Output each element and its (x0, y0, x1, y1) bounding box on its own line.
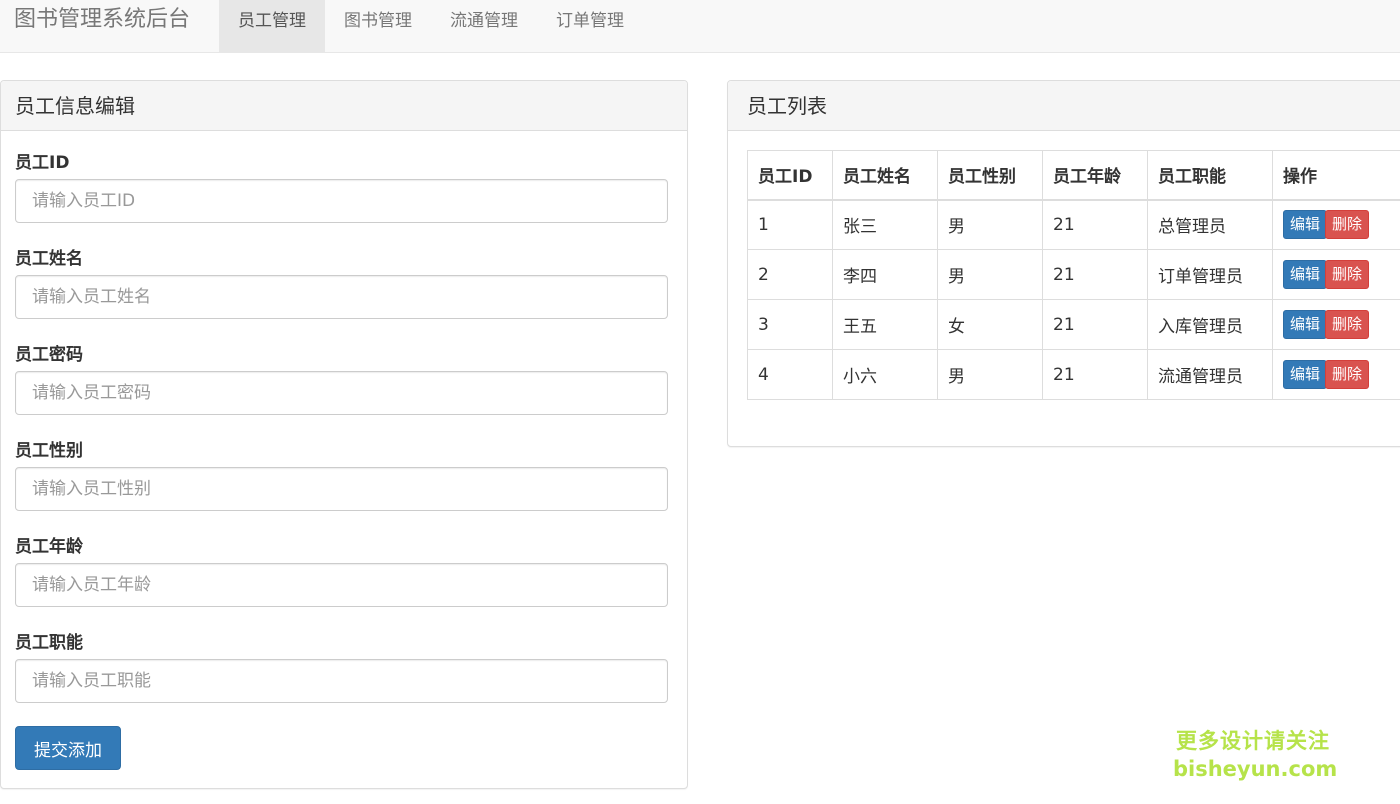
cell-actions: 编辑 删除 (1272, 199, 1400, 250)
cell-role: 总管理员 (1147, 199, 1273, 250)
form-group-gender: 员工性别 (15, 439, 668, 511)
delete-button[interactable]: 删除 (1325, 360, 1370, 389)
staff-name-input[interactable] (15, 275, 668, 319)
nav-item-books[interactable]: 图书管理 (325, 0, 431, 52)
cell-gender: 男 (937, 249, 1043, 300)
column-header-role: 员工职能 (1147, 150, 1273, 201)
staff-id-input[interactable] (15, 179, 668, 223)
column-header-actions: 操作 (1272, 150, 1400, 201)
edit-button[interactable]: 编辑 (1283, 360, 1328, 389)
nav-item-staff[interactable]: 员工管理 (219, 0, 325, 52)
staff-password-input[interactable] (15, 371, 668, 415)
column-header-gender: 员工性别 (937, 150, 1043, 201)
edit-button[interactable]: 编辑 (1283, 260, 1328, 289)
cell-gender: 女 (937, 299, 1043, 350)
table-header-row: 员工ID 员工姓名 员工性别 员工年龄 员工职能 操作 (747, 150, 1400, 201)
cell-actions: 编辑 删除 (1272, 349, 1400, 400)
cell-name: 小六 (832, 349, 938, 400)
cell-id: 1 (747, 199, 833, 250)
nav-item-orders[interactable]: 订单管理 (537, 0, 643, 52)
staff-gender-input[interactable] (15, 467, 668, 511)
cell-id: 3 (747, 299, 833, 350)
table-row: 4 小六 男 21 流通管理员 编辑 删除 (747, 349, 1400, 400)
cell-name: 王五 (832, 299, 938, 350)
delete-button[interactable]: 删除 (1325, 210, 1370, 240)
cell-age: 21 (1042, 349, 1148, 400)
table-row: 2 李四 男 21 订单管理员 编辑 删除 (747, 249, 1400, 300)
nav-item-circulation[interactable]: 流通管理 (431, 0, 537, 52)
table-row: 3 王五 女 21 入库管理员 编辑 删除 (747, 299, 1400, 350)
column-header-id: 员工ID (747, 150, 833, 201)
staff-table-wrapper: 员工ID 员工姓名 员工性别 员工年龄 员工职能 操作 1 张三 男 21 总管… (747, 150, 1400, 400)
navbar: 图书管理系统后台 员工管理 图书管理 流通管理 订单管理 (0, 0, 1400, 53)
column-header-age: 员工年龄 (1042, 150, 1148, 201)
cell-actions: 编辑 删除 (1272, 249, 1400, 300)
column-header-name: 员工姓名 (832, 150, 938, 201)
cell-name: 张三 (832, 199, 938, 250)
staff-id-label: 员工ID (15, 153, 70, 173)
staff-table: 员工ID 员工姓名 员工性别 员工年龄 员工职能 操作 1 张三 男 21 总管… (747, 150, 1400, 400)
table-row: 1 张三 男 21 总管理员 编辑 删除 (747, 199, 1400, 250)
watermark-line1: 更多设计请关注 (1176, 729, 1330, 753)
submit-add-button[interactable]: 提交添加 (15, 726, 121, 770)
form-group-password: 员工密码 (15, 343, 668, 415)
staff-age-input[interactable] (15, 563, 668, 607)
cell-id: 4 (747, 349, 833, 400)
staff-role-label: 员工职能 (15, 633, 83, 653)
staff-name-label: 员工姓名 (15, 249, 83, 269)
cell-id: 2 (747, 249, 833, 300)
cell-gender: 男 (937, 199, 1043, 250)
cell-age: 21 (1042, 299, 1148, 350)
cell-role: 入库管理员 (1147, 299, 1273, 350)
staff-edit-panel: 员工信息编辑 员工ID 员工姓名 员工密码 员工性别 员工年龄 员工职能 提交添… (0, 80, 688, 789)
staff-age-label: 员工年龄 (15, 537, 83, 557)
edit-button[interactable]: 编辑 (1283, 210, 1328, 240)
staff-list-panel-title: 员工列表 (728, 81, 1400, 131)
staff-password-label: 员工密码 (15, 345, 83, 365)
form-group-role: 员工职能 (15, 631, 668, 703)
main-nav: 员工管理 图书管理 流通管理 订单管理 (219, 0, 643, 52)
staff-list-panel: 员工列表 员工ID 员工姓名 员工性别 员工年龄 员工职能 操作 1 张三 男 … (727, 80, 1400, 447)
form-group-id: 员工ID (15, 151, 668, 223)
staff-gender-label: 员工性别 (15, 441, 83, 461)
cell-age: 21 (1042, 249, 1148, 300)
cell-actions: 编辑 删除 (1272, 299, 1400, 350)
staff-role-input[interactable] (15, 659, 668, 703)
delete-button[interactable]: 删除 (1325, 260, 1370, 289)
delete-button[interactable]: 删除 (1325, 310, 1370, 339)
watermark: 更多设计请关注 bisheyun.com (1173, 727, 1338, 783)
form-group-name: 员工姓名 (15, 247, 668, 319)
cell-gender: 男 (937, 349, 1043, 400)
cell-age: 21 (1042, 199, 1148, 250)
edit-button[interactable]: 编辑 (1283, 310, 1328, 339)
cell-role: 流通管理员 (1147, 349, 1273, 400)
cell-name: 李四 (832, 249, 938, 300)
staff-edit-panel-title: 员工信息编辑 (1, 81, 687, 131)
app-title[interactable]: 图书管理系统后台 (14, 0, 190, 40)
watermark-line2: bisheyun.com (1173, 757, 1338, 781)
form-group-age: 员工年龄 (15, 535, 668, 607)
cell-role: 订单管理员 (1147, 249, 1273, 300)
